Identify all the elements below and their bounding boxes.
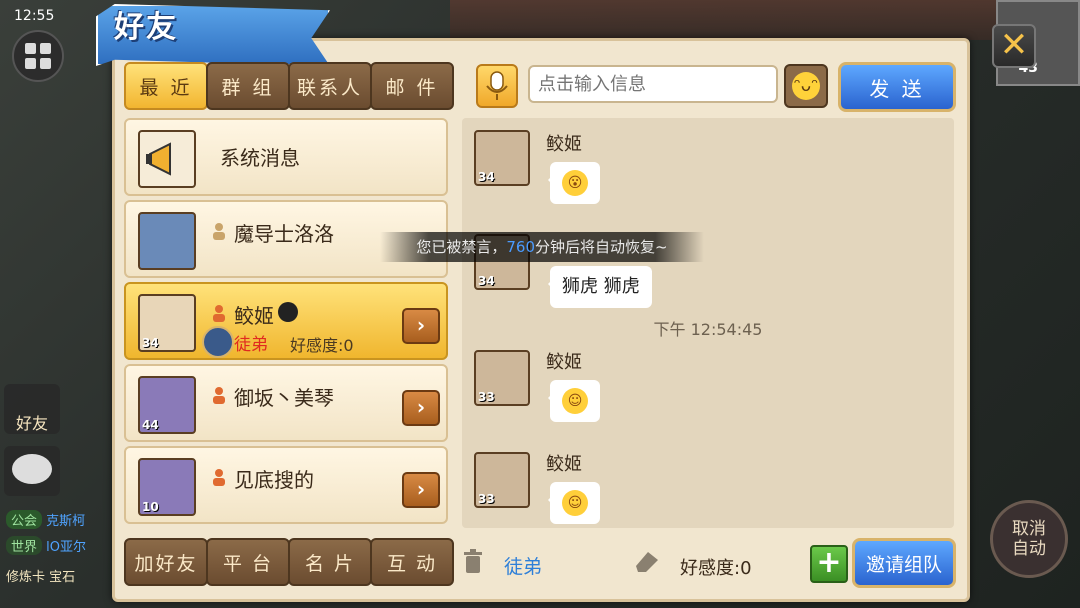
panel-title: 好友 xyxy=(114,10,178,45)
trash-icon[interactable] xyxy=(462,548,484,574)
message-bubble: 狮虎 狮虎 xyxy=(548,266,652,308)
message-bubble: 😮 xyxy=(548,162,600,204)
friend-name: 系统消息 xyxy=(220,146,300,170)
avatar: 33 xyxy=(474,350,530,406)
friend-name: 见底搜的 xyxy=(234,468,314,492)
avatar-level: 10 xyxy=(142,500,159,514)
favor-text: 好感度:0 xyxy=(680,558,752,579)
avatar-level: 34 xyxy=(142,336,159,350)
voice-button[interactable] xyxy=(476,64,518,108)
qq-icon xyxy=(278,302,298,322)
channel-world[interactable]: 世界 lO亚尔 xyxy=(6,536,86,556)
megaphone-icon xyxy=(138,130,196,188)
channel-guild[interactable]: 公会 克斯柯 xyxy=(6,510,85,530)
friend-list[interactable]: 系统消息 魔导士洛洛 34 鲛姬 徒弟 好感度:0 › 44 御坂丶美琴 › 1… xyxy=(122,118,452,528)
person-icon xyxy=(213,305,225,322)
side-friends-button[interactable]: 好友 xyxy=(4,384,60,434)
person-icon xyxy=(213,469,225,486)
tab-contacts[interactable]: 联系人 xyxy=(288,62,372,110)
avatar: 44 xyxy=(138,376,196,434)
person-icon xyxy=(213,387,225,404)
plus-button[interactable]: + xyxy=(810,545,848,583)
tab-groups[interactable]: 群 组 xyxy=(206,62,290,110)
status-time: 12:55 xyxy=(14,8,55,24)
main-menu-button[interactable] xyxy=(12,30,64,82)
friend-name: 鲛姬 xyxy=(234,304,274,328)
chevron-right-button[interactable]: › xyxy=(402,390,440,426)
relation-label: 徒弟 xyxy=(234,335,268,355)
avatar xyxy=(138,212,196,270)
interact-button[interactable]: 互 动 xyxy=(370,538,454,586)
badge-icon xyxy=(202,326,234,358)
chevron-right-button[interactable]: › xyxy=(402,308,440,344)
add-friend-button[interactable]: 加好友 xyxy=(124,538,208,586)
avatar: 10 xyxy=(138,458,196,516)
chat-icon xyxy=(12,454,52,484)
avatar: 33 xyxy=(474,452,530,508)
microphone-icon xyxy=(486,71,508,100)
invite-team-button[interactable]: 邀请组队 xyxy=(852,538,956,588)
message-sender: 鲛姬 xyxy=(546,352,582,373)
avatar: 34 xyxy=(474,130,530,186)
side-chat-button[interactable] xyxy=(4,446,60,496)
eraser-icon xyxy=(636,552,658,572)
tab-recent[interactable]: 最 近 xyxy=(124,62,208,110)
top-hud-bar xyxy=(450,0,1010,40)
tab-mail[interactable]: 邮 件 xyxy=(370,62,454,110)
list-item-friend[interactable]: 10 见底搜的 › xyxy=(124,446,448,524)
cancel-auto-button[interactable]: 取消自动 xyxy=(990,500,1068,578)
message-sender: 鲛姬 xyxy=(546,134,582,155)
smiley-icon: ᵔᴗᵔ xyxy=(792,72,820,100)
list-item-friend[interactable]: 44 御坂丶美琴 › xyxy=(124,364,448,442)
message-bubble: ☺ xyxy=(548,380,600,422)
close-button[interactable]: ✕ xyxy=(992,24,1036,68)
chevron-right-button[interactable]: › xyxy=(402,472,440,508)
channel-row3: 修炼卡 宝石 xyxy=(6,570,76,585)
mute-toast: 您已被禁言，760分钟后将自动恢复~ xyxy=(380,232,704,262)
avatar: 34 xyxy=(138,294,196,352)
relation-text: 徒弟 xyxy=(504,556,543,578)
message-sender: 鲛姬 xyxy=(546,454,582,475)
send-button[interactable]: 发 送 xyxy=(838,62,956,112)
friend-name: 御坂丶美琴 xyxy=(234,386,334,410)
list-item-system[interactable]: 系统消息 xyxy=(124,118,448,196)
emoji-icon: ☺ xyxy=(562,388,588,414)
platform-button[interactable]: 平 台 xyxy=(206,538,290,586)
emoji-icon: ☺ xyxy=(562,490,588,516)
message-timestamp: 下午 12:54:45 xyxy=(653,320,763,339)
chat-area[interactable]: 34 鲛姬 😮 34 狮虎 狮虎 下午 12:54:45 33 鲛姬 ☺ 33 … xyxy=(462,118,954,528)
avatar-level: 44 xyxy=(142,418,159,432)
message-input[interactable] xyxy=(528,65,778,103)
emoji-icon: 😮 xyxy=(562,170,588,196)
person-icon xyxy=(213,223,225,240)
friend-name: 魔导士洛洛 xyxy=(234,222,334,246)
card-button[interactable]: 名 片 xyxy=(288,538,372,586)
favor-label: 好感度:0 xyxy=(290,336,354,355)
message-bubble: ☺ xyxy=(548,482,600,524)
list-item-friend-selected[interactable]: 34 鲛姬 徒弟 好感度:0 › xyxy=(124,282,448,360)
emoji-button[interactable]: ᵔᴗᵔ xyxy=(784,64,828,108)
